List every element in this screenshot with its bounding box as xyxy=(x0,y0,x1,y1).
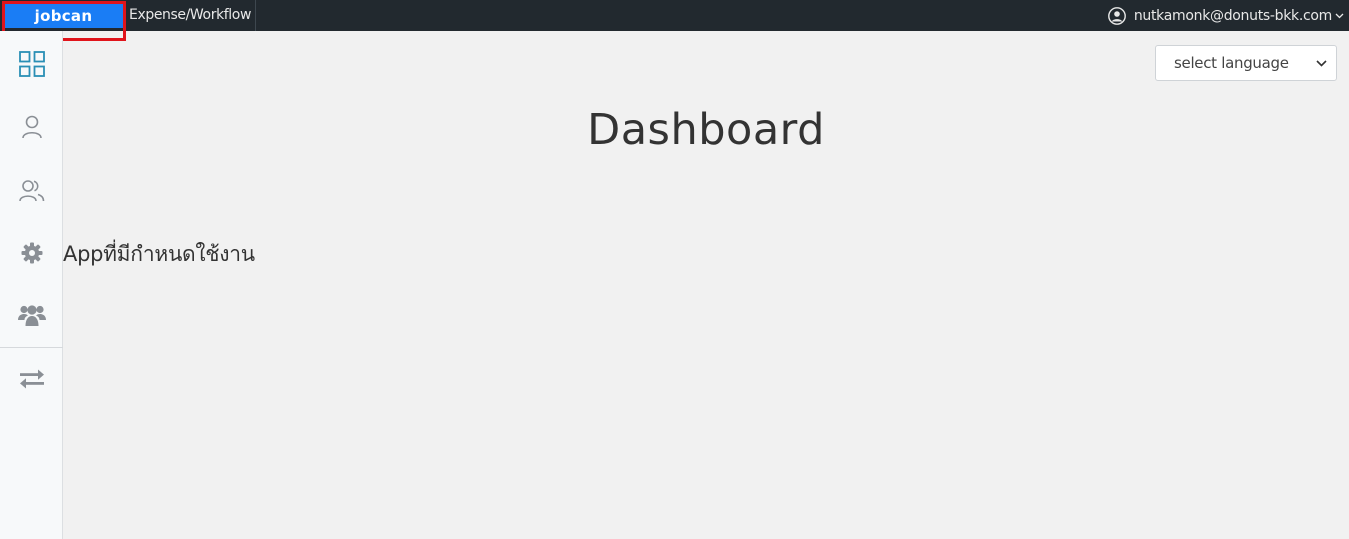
dashboard-grid-icon xyxy=(18,51,45,77)
chevron-down-icon xyxy=(1335,13,1344,19)
gear-icon xyxy=(21,242,42,264)
available-apps-heading: Appที่มีกำหนดใช้งาน xyxy=(63,242,255,266)
user-email: nutkamonk@donuts-bkk.com xyxy=(1133,7,1332,24)
sidebar-item-settings[interactable] xyxy=(0,231,63,275)
sidebar-divider xyxy=(0,347,63,348)
jobcan-logo[interactable]: jobcan xyxy=(4,3,123,28)
users-icon xyxy=(18,180,44,202)
app-switcher[interactable]: Expense/Workflow xyxy=(129,0,257,31)
user-avatar-icon xyxy=(1107,6,1126,25)
sidebar-item-switch[interactable] xyxy=(0,357,63,401)
chevron-down-icon xyxy=(1316,60,1327,67)
group-icon xyxy=(17,305,46,326)
swap-arrows-icon xyxy=(19,369,44,389)
top-navbar: jobcan Expense/Workflow nutkamonk@donuts… xyxy=(0,0,1349,31)
page-title: Dashboard xyxy=(587,105,825,155)
sidebar-item-groups[interactable] xyxy=(0,293,63,337)
user-menu[interactable]: nutkamonk@donuts-bkk.com xyxy=(1107,0,1344,31)
sidebar-item-dashboard[interactable] xyxy=(0,42,63,86)
language-select[interactable]: select language xyxy=(1155,45,1337,81)
language-select-value: select language xyxy=(1174,54,1289,72)
sidebar-item-users[interactable] xyxy=(0,168,63,212)
